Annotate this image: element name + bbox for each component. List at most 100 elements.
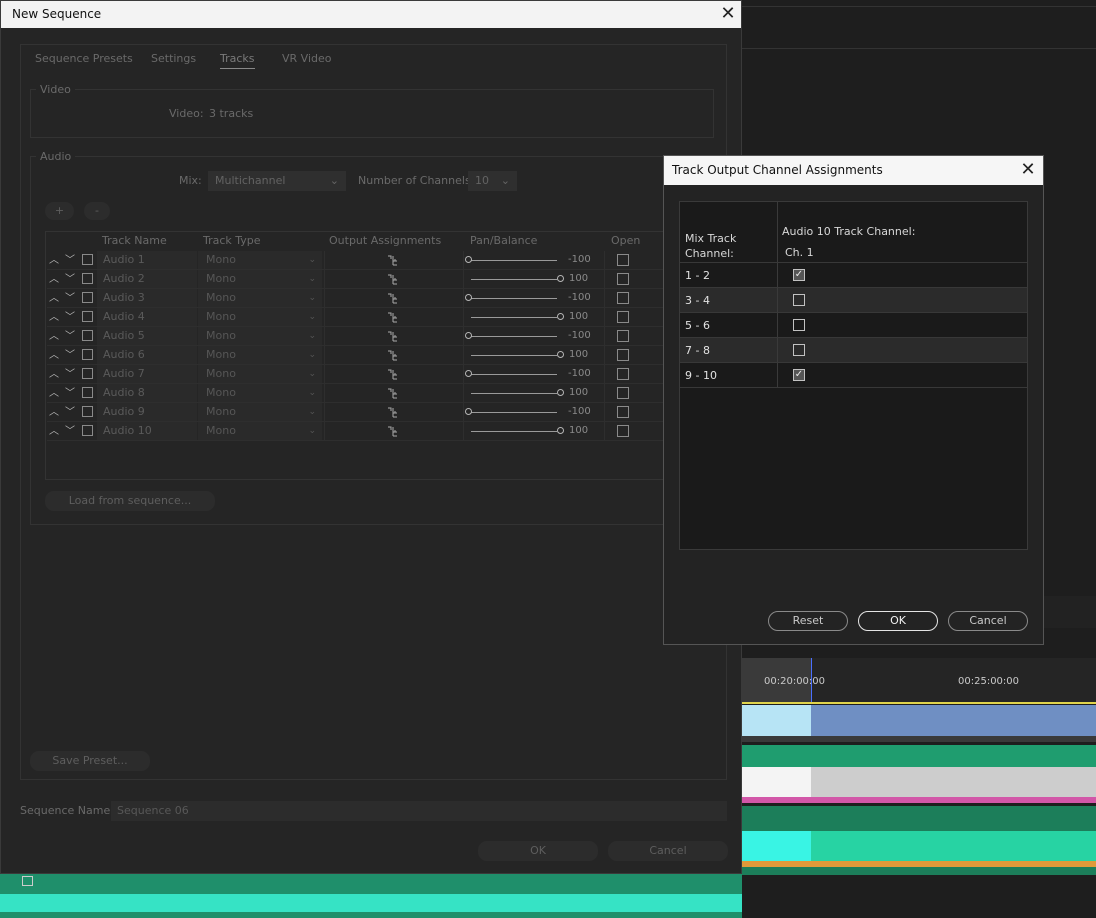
tab-vr-video[interactable]: VR Video xyxy=(282,52,331,65)
track-type-dropdown[interactable]: Mono ⌄ xyxy=(198,384,322,402)
tab-sequence-presets[interactable]: Sequence Presets xyxy=(35,52,133,65)
mix-dropdown[interactable]: Multichannel ⌄ xyxy=(208,171,346,191)
channel-checkbox[interactable] xyxy=(793,294,805,306)
cancel-button[interactable]: Cancel xyxy=(608,841,728,861)
track-select-checkbox[interactable] xyxy=(82,349,93,360)
track-type-dropdown[interactable]: Mono ⌄ xyxy=(198,270,322,288)
track-type-dropdown[interactable]: Mono ⌄ xyxy=(198,365,322,383)
video-clip-selected[interactable] xyxy=(742,705,811,736)
channel-checkbox[interactable]: ✓ xyxy=(793,369,805,381)
output-assignments-cell[interactable] xyxy=(325,251,463,269)
move-up-icon[interactable]: ︿ xyxy=(49,327,59,342)
output-assignment-icon[interactable] xyxy=(387,293,399,304)
track-type-dropdown[interactable]: Mono ⌄ xyxy=(198,346,322,364)
move-down-icon[interactable]: ﹀ xyxy=(65,270,75,285)
load-from-sequence-button[interactable]: Load from sequence... xyxy=(45,491,215,511)
track-type-dropdown[interactable]: Mono ⌄ xyxy=(198,422,322,440)
pan-slider[interactable]: 100 xyxy=(464,308,604,326)
track-type-dropdown[interactable]: Mono ⌄ xyxy=(198,308,322,326)
audio-clip-selected[interactable] xyxy=(742,767,811,797)
open-checkbox[interactable] xyxy=(617,273,629,285)
move-down-icon[interactable]: ﹀ xyxy=(65,384,75,399)
track-name[interactable]: Audio 3 xyxy=(97,289,197,307)
track-name[interactable]: Audio 4 xyxy=(97,308,197,326)
output-assignments-cell[interactable] xyxy=(325,270,463,288)
track-select-checkbox[interactable] xyxy=(82,406,93,417)
open-checkbox[interactable] xyxy=(617,311,629,323)
slider-knob[interactable] xyxy=(557,275,564,282)
slider-knob[interactable] xyxy=(465,256,472,263)
remove-track-button[interactable]: - xyxy=(84,202,110,220)
track-select-checkbox[interactable] xyxy=(82,292,93,303)
save-preset-button[interactable]: Save Preset... xyxy=(30,751,150,771)
move-up-icon[interactable]: ︿ xyxy=(49,308,59,323)
reset-button[interactable]: Reset xyxy=(768,611,848,631)
output-assignment-icon[interactable] xyxy=(387,426,399,437)
track-name[interactable]: Audio 10 xyxy=(97,422,197,440)
move-up-icon[interactable]: ︿ xyxy=(49,270,59,285)
pan-slider[interactable]: 100 xyxy=(464,346,604,364)
track-toggle[interactable] xyxy=(22,876,33,886)
pan-slider[interactable]: 100 xyxy=(464,384,604,402)
output-assignments-cell[interactable] xyxy=(325,422,463,440)
track-type-dropdown[interactable]: Mono ⌄ xyxy=(198,251,322,269)
audio-clip-header[interactable] xyxy=(742,745,1096,767)
sequence-name-input[interactable]: Sequence 06 xyxy=(111,801,727,821)
track-name[interactable]: Audio 8 xyxy=(97,384,197,402)
slider-knob[interactable] xyxy=(557,427,564,434)
output-assignments-cell[interactable] xyxy=(325,365,463,383)
track-name[interactable]: Audio 2 xyxy=(97,270,197,288)
open-checkbox[interactable] xyxy=(617,387,629,399)
open-checkbox[interactable] xyxy=(617,425,629,437)
audio-clip-waveform[interactable] xyxy=(811,767,1096,797)
move-up-icon[interactable]: ︿ xyxy=(49,384,59,399)
output-assignments-cell[interactable] xyxy=(325,346,463,364)
move-down-icon[interactable]: ﹀ xyxy=(65,289,75,304)
audio-clip-waveform[interactable] xyxy=(811,831,1096,861)
ok-button[interactable]: OK xyxy=(478,841,598,861)
output-assignment-icon[interactable] xyxy=(387,388,399,399)
slider-knob[interactable] xyxy=(557,389,564,396)
track-select-checkbox[interactable] xyxy=(82,330,93,341)
channel-checkbox[interactable]: ✓ xyxy=(793,269,805,281)
track-name[interactable]: Audio 6 xyxy=(97,346,197,364)
move-up-icon[interactable]: ︿ xyxy=(49,403,59,418)
open-checkbox[interactable] xyxy=(617,368,629,380)
slider-knob[interactable] xyxy=(465,294,472,301)
track-select-checkbox[interactable] xyxy=(82,368,93,379)
tab-tracks[interactable]: Tracks xyxy=(220,52,255,69)
output-assignments-cell[interactable] xyxy=(325,384,463,402)
cancel-button[interactable]: Cancel xyxy=(948,611,1028,631)
slider-knob[interactable] xyxy=(557,351,564,358)
output-assignment-icon[interactable] xyxy=(387,255,399,266)
open-checkbox[interactable] xyxy=(617,349,629,361)
track-type-dropdown[interactable]: Mono ⌄ xyxy=(198,289,322,307)
move-up-icon[interactable]: ︿ xyxy=(49,289,59,304)
tab-settings[interactable]: Settings xyxy=(151,52,196,65)
pan-slider[interactable]: -100 xyxy=(464,403,604,421)
slider-knob[interactable] xyxy=(557,313,564,320)
track-select-checkbox[interactable] xyxy=(82,387,93,398)
playhead[interactable] xyxy=(811,658,812,702)
move-down-icon[interactable]: ﹀ xyxy=(65,365,75,380)
add-track-button[interactable]: + xyxy=(45,202,74,220)
channel-checkbox[interactable] xyxy=(793,344,805,356)
close-icon[interactable]: ✕ xyxy=(717,4,739,24)
move-down-icon[interactable]: ﹀ xyxy=(65,308,75,323)
audio-track-strip[interactable] xyxy=(0,874,742,918)
output-assignment-icon[interactable] xyxy=(387,312,399,323)
output-assignment-icon[interactable] xyxy=(387,274,399,285)
open-checkbox[interactable] xyxy=(617,292,629,304)
track-name[interactable]: Audio 7 xyxy=(97,365,197,383)
output-assignment-icon[interactable] xyxy=(387,350,399,361)
move-up-icon[interactable]: ︿ xyxy=(49,422,59,437)
output-assignment-icon[interactable] xyxy=(387,331,399,342)
close-icon[interactable]: ✕ xyxy=(1017,160,1039,180)
track-select-checkbox[interactable] xyxy=(82,273,93,284)
track-name[interactable]: Audio 9 xyxy=(97,403,197,421)
output-assignments-cell[interactable] xyxy=(325,327,463,345)
track-type-dropdown[interactable]: Mono ⌄ xyxy=(198,327,322,345)
slider-knob[interactable] xyxy=(465,370,472,377)
output-assignments-cell[interactable] xyxy=(325,403,463,421)
open-checkbox[interactable] xyxy=(617,254,629,266)
